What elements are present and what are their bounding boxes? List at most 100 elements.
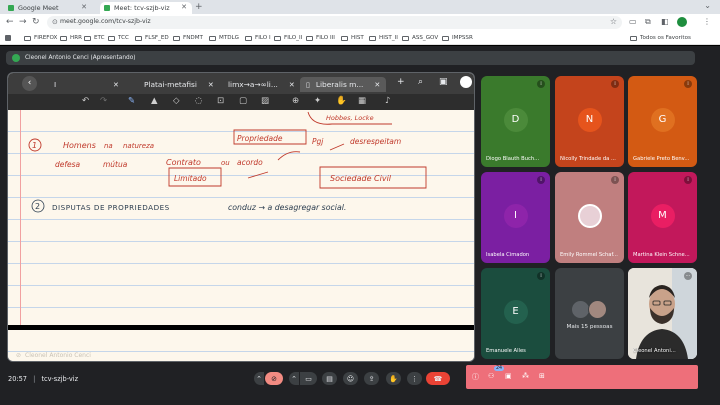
- browser-tab-google-meet[interactable]: Google Meet ✕: [4, 2, 92, 14]
- bookmark-folder[interactable]: FIREFOX: [24, 33, 57, 43]
- extensions-icon[interactable]: ⧉: [645, 17, 651, 27]
- camera-button[interactable]: ▭: [300, 372, 317, 385]
- item-1-number: 1: [32, 141, 37, 150]
- participant-tile[interactable]: ⁞ Emily Rommel Schaf...: [555, 172, 624, 263]
- bookmark-folder[interactable]: HIST: [341, 33, 364, 43]
- close-icon[interactable]: ✕: [289, 81, 295, 89]
- raise-hand-button[interactable]: ✋: [386, 372, 401, 385]
- bookmark-folder[interactable]: HRR: [60, 33, 82, 43]
- profile-avatar[interactable]: [677, 17, 687, 27]
- menu-kebab-icon[interactable]: ⋮: [703, 17, 711, 26]
- laser-pointer-icon[interactable]: ✦: [314, 96, 321, 106]
- present-screen-button[interactable]: ⇪: [364, 372, 379, 385]
- svg-text:ou: ou: [221, 159, 230, 167]
- image-icon[interactable]: ▨: [261, 96, 269, 106]
- browser-tab-meet-active[interactable]: Meet: tcv-szjb-viz ✕: [100, 2, 192, 14]
- bookmark-folder[interactable]: FNDMT: [173, 33, 203, 43]
- eraser-icon[interactable]: ◇: [173, 96, 180, 106]
- apps-icon[interactable]: [5, 33, 14, 43]
- camera-options-chevron-icon[interactable]: ⌃: [289, 372, 299, 385]
- doc-tab-close[interactable]: ✕: [113, 77, 119, 92]
- close-tab-icon[interactable]: ✕: [181, 3, 187, 11]
- redo-icon[interactable]: ↷: [100, 96, 107, 106]
- close-icon[interactable]: ✕: [208, 81, 214, 89]
- menu-icon[interactable]: [460, 76, 472, 88]
- participant-name: Emanuele Alles: [486, 348, 526, 354]
- address-bar[interactable]: ⊙ meet.google.com/tcv-szjb-viz ☆: [47, 16, 622, 29]
- back-icon[interactable]: ‹: [22, 76, 37, 91]
- host-controls-icon[interactable]: ⊞: [539, 372, 545, 380]
- participant-name: Martina Klein Schne...: [633, 252, 690, 258]
- participant-tile[interactable]: ⁞ I Isabela Cimadon: [481, 172, 550, 263]
- bookmark-folder[interactable]: FILO_II: [274, 33, 302, 43]
- add-tab-icon[interactable]: +: [397, 77, 405, 87]
- zoom-icon[interactable]: ⊕: [292, 96, 299, 106]
- bookmark-folder[interactable]: ASS_GOV: [402, 33, 438, 43]
- all-bookmarks-folder[interactable]: Todos os Favoritos: [630, 33, 691, 43]
- cast-icon[interactable]: ▭: [629, 17, 637, 26]
- bookmark-folder[interactable]: FLSF_ED: [135, 33, 169, 43]
- close-icon[interactable]: ✕: [374, 81, 380, 89]
- svg-text:DISPUTAS DE PROPRIEDADES: DISPUTAS DE PROPRIEDADES: [52, 203, 170, 212]
- participant-name: Nicolly Trindade da ...: [560, 156, 616, 162]
- self-options-icon[interactable]: ⋯: [684, 272, 692, 280]
- shape-icon[interactable]: ▢: [239, 96, 247, 106]
- emoji-reactions-button[interactable]: ☺: [343, 372, 358, 385]
- new-tab-button[interactable]: +: [195, 2, 203, 12]
- doc-tab[interactable]: limx→a→∞li... ✕: [228, 77, 295, 92]
- microphone-icon[interactable]: ♪: [385, 96, 390, 106]
- lasso-icon[interactable]: ◌: [195, 96, 202, 106]
- highlighter-icon[interactable]: ▲: [151, 96, 158, 106]
- back-icon[interactable]: ←: [6, 17, 14, 27]
- participant-tile[interactable]: ⁞ N Nicolly Trindade da ...: [555, 76, 624, 167]
- presenting-label: Cleonel Antonio Cenci (Apresentando): [25, 55, 136, 61]
- close-tab-icon[interactable]: ✕: [81, 3, 87, 11]
- participant-tile[interactable]: ⁞ D Diogo Blauth Buch...: [481, 76, 550, 167]
- meeting-details-icon[interactable]: ⓘ: [472, 372, 479, 382]
- undo-icon[interactable]: ↶: [82, 96, 89, 106]
- mic-options-chevron-icon[interactable]: ⌃: [254, 372, 264, 385]
- avatar: N: [577, 107, 602, 132]
- bookmark-folder[interactable]: HIST_II: [369, 33, 398, 43]
- bookmark-folder[interactable]: IMPSSR: [442, 33, 473, 43]
- chat-icon[interactable]: ▣: [505, 372, 512, 380]
- bookmark-folder[interactable]: ETC: [84, 33, 105, 43]
- folder-icon: [245, 35, 252, 41]
- folder-icon: [306, 35, 313, 41]
- forward-icon[interactable]: →: [19, 17, 27, 27]
- sidepanel-icon[interactable]: ◧: [661, 17, 669, 26]
- folder-icon: [60, 35, 67, 41]
- grid-icon[interactable]: ▣: [439, 77, 448, 87]
- svg-text:na: na: [104, 142, 113, 150]
- doc-tab[interactable]: I: [54, 77, 56, 92]
- bookmark-star-icon[interactable]: ☆: [610, 17, 617, 26]
- pen-icon[interactable]: ✎: [128, 96, 135, 106]
- participant-name: Gabriele Preto Benv...: [633, 156, 690, 162]
- participant-tile[interactable]: ⁞ E Emanuele Alles: [481, 268, 550, 359]
- bookmark-folder[interactable]: FILO III: [306, 33, 335, 43]
- more-options-button[interactable]: ⋮: [407, 372, 422, 385]
- activities-icon[interactable]: ⁂: [522, 372, 529, 380]
- bookmark-folder[interactable]: FILO I: [245, 33, 271, 43]
- mic-muted-button[interactable]: ⊘: [265, 372, 283, 385]
- more-participants-tile[interactable]: Mais 15 pessoas: [555, 268, 624, 359]
- doc-tab-active[interactable]: ▯ Liberalis m... ✕: [300, 77, 387, 92]
- bookmark-folder[interactable]: TCC: [108, 33, 129, 43]
- people-icon[interactable]: ⚇: [488, 372, 494, 380]
- text-box-icon[interactable]: ⊡: [217, 96, 224, 106]
- participant-tile[interactable]: ⁞ M Martina Klein Schne...: [628, 172, 697, 263]
- participant-tile[interactable]: ⁞ G Gabriele Preto Benv...: [628, 76, 697, 167]
- pattern-icon[interactable]: ▦: [358, 96, 366, 106]
- bookmark-folder[interactable]: MTDLG: [209, 33, 239, 43]
- search-icon[interactable]: ⌕: [418, 77, 423, 87]
- site-info-icon[interactable]: ⊙: [52, 18, 58, 26]
- leave-call-button[interactable]: ☎: [426, 372, 450, 385]
- tab-title: Meet: tcv-szjb-viz: [114, 4, 170, 12]
- touch-writing-icon[interactable]: ✋: [336, 96, 347, 106]
- reload-icon[interactable]: ↻: [32, 17, 40, 27]
- doc-tab[interactable]: Platai-metafisi ✕: [144, 77, 214, 92]
- tab-search-icon[interactable]: ⌄: [704, 1, 711, 10]
- close-icon[interactable]: ✕: [113, 81, 119, 89]
- self-view-tile[interactable]: ⋯ Cleonel Antoni...: [628, 268, 697, 359]
- captions-button[interactable]: ▤: [322, 372, 337, 385]
